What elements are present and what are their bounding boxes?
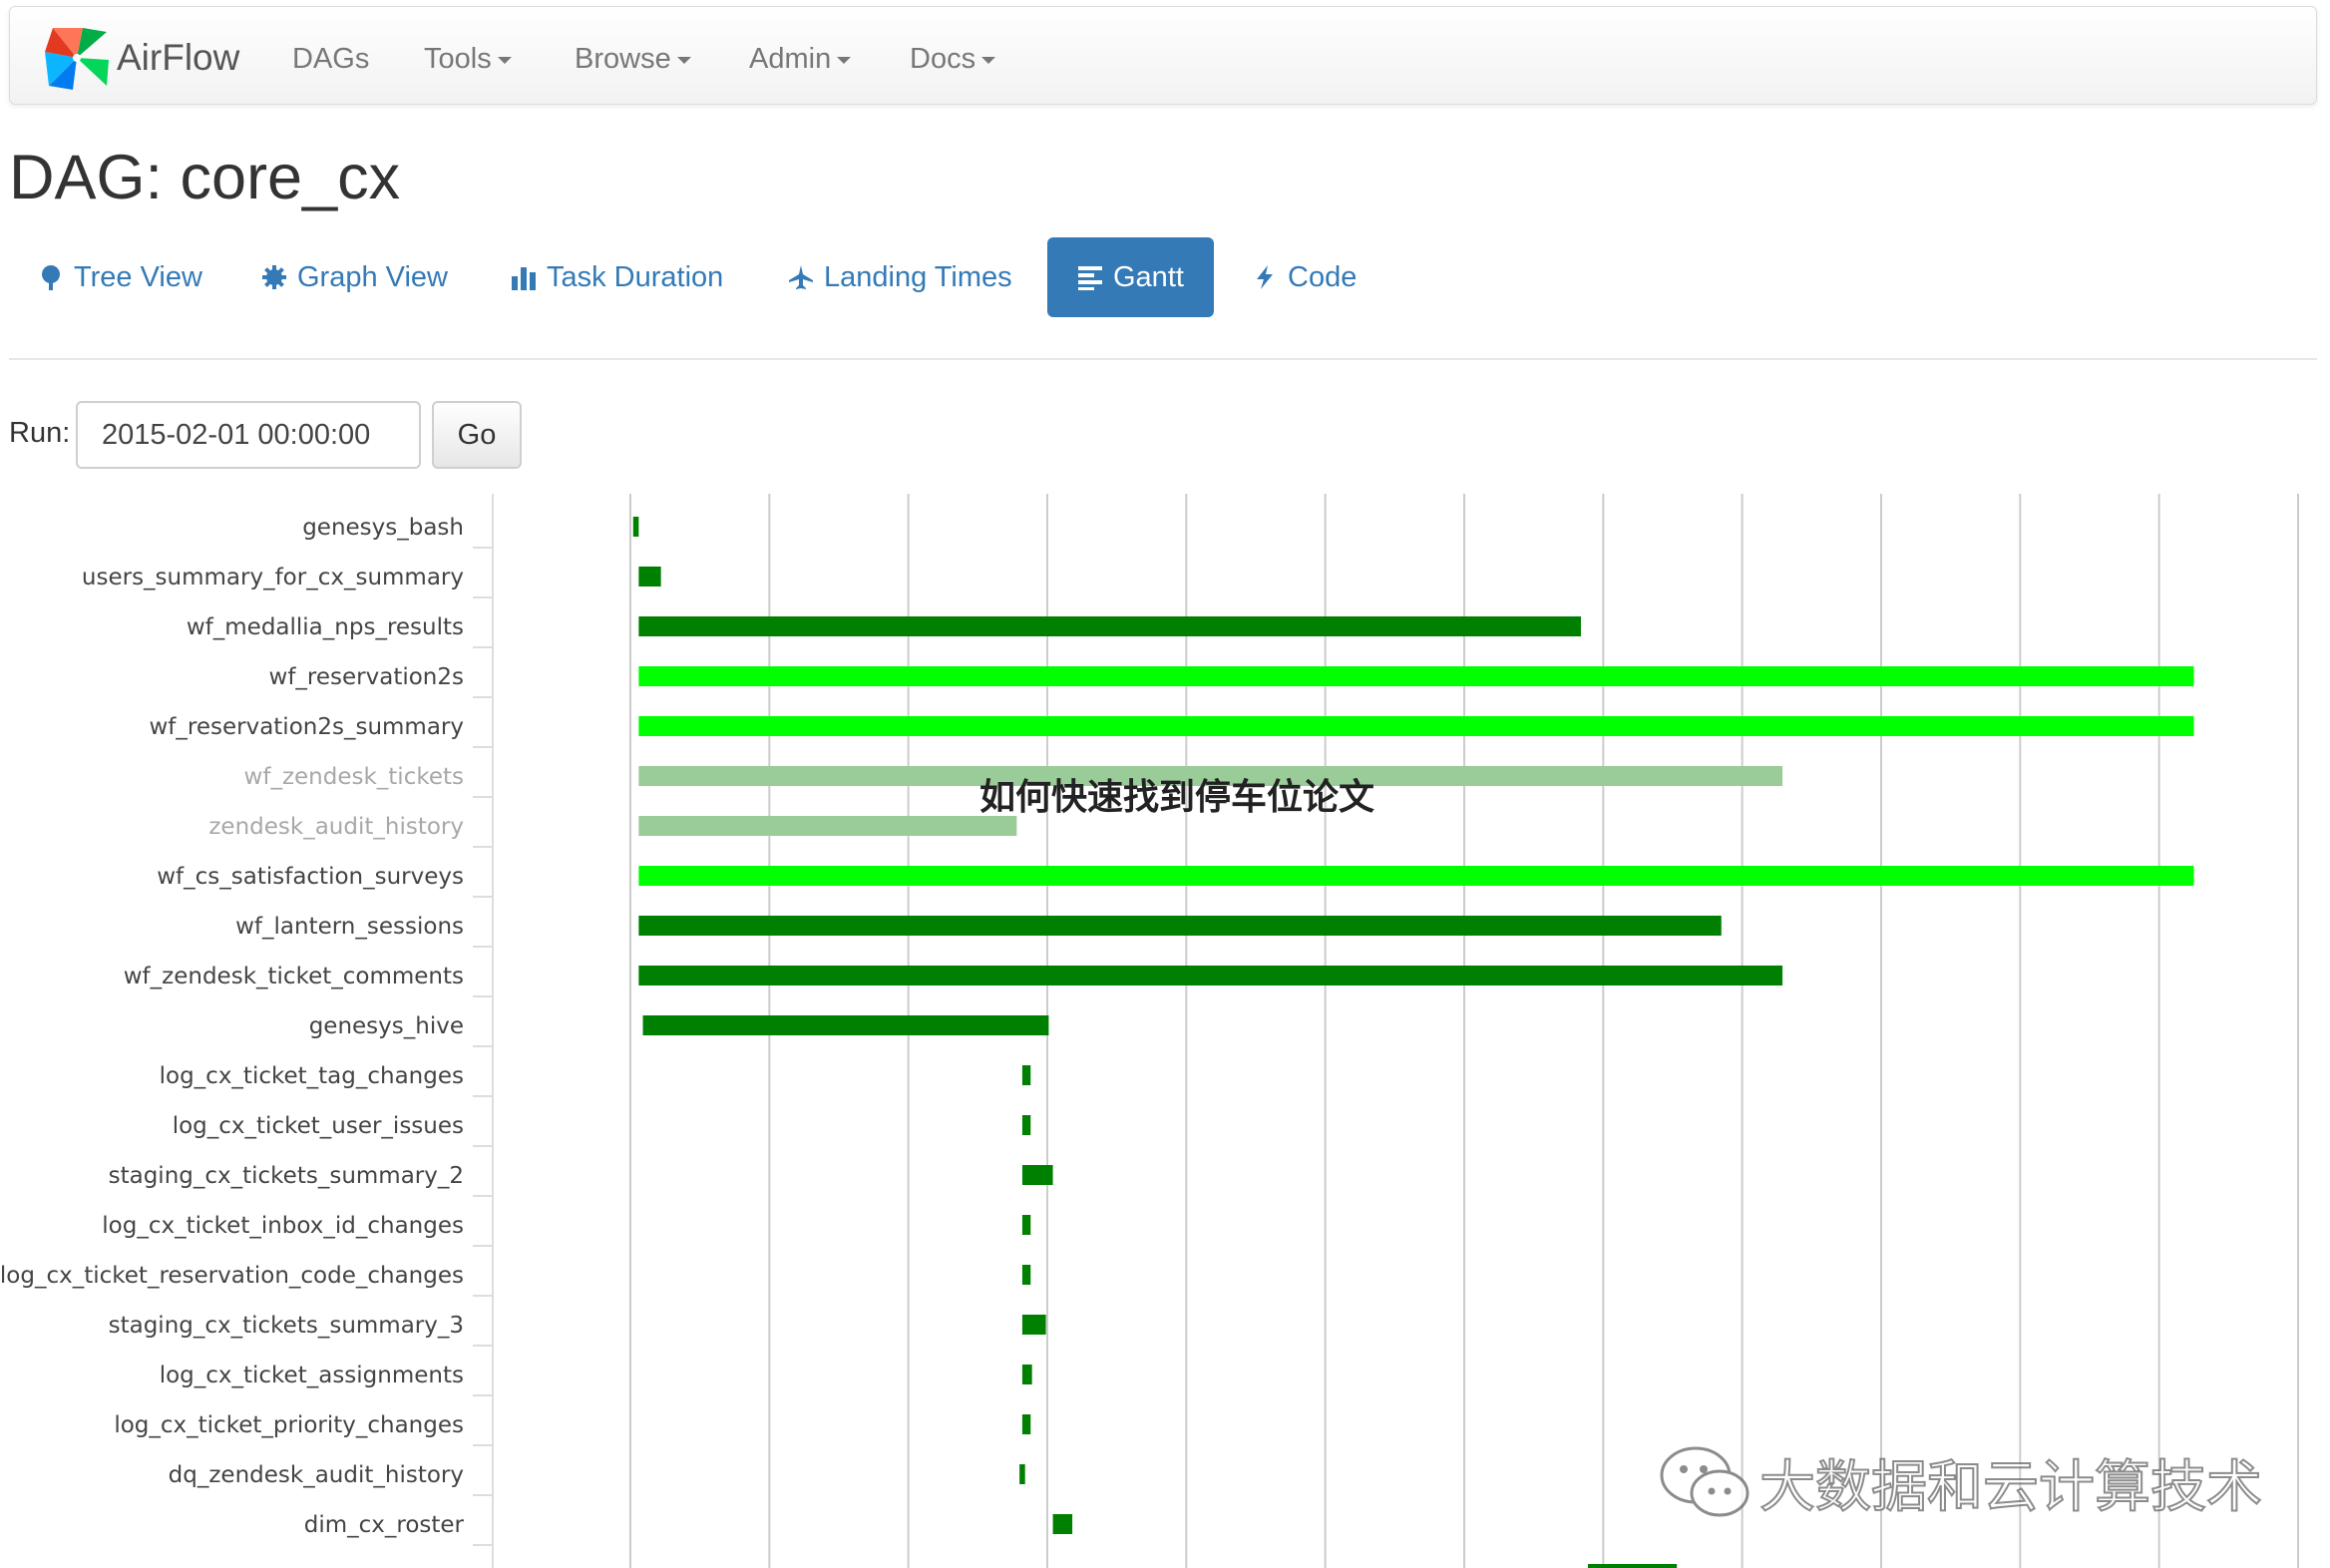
tab-gantt-label: Gantt bbox=[1113, 260, 1184, 293]
nav-tools-label: Tools bbox=[424, 43, 492, 75]
gear-icon bbox=[262, 265, 286, 289]
caret-down-icon bbox=[837, 56, 852, 64]
tab-code[interactable]: Code bbox=[1252, 237, 1357, 317]
task-label: dq_zendesk_audit_history bbox=[169, 1462, 464, 1488]
task-bar bbox=[1021, 1265, 1031, 1285]
nav-browse-label: Browse bbox=[575, 43, 671, 75]
task-bar bbox=[1021, 1065, 1031, 1085]
brand[interactable]: AirFlow bbox=[43, 24, 239, 92]
caret-down-icon bbox=[497, 56, 512, 64]
tab-tree-view-label: Tree View bbox=[74, 260, 202, 293]
flash-icon bbox=[1257, 265, 1273, 289]
navbar: AirFlow DAGs Tools Browse Admin Docs bbox=[9, 6, 2317, 105]
plane-icon bbox=[789, 265, 813, 289]
tab-landing-times[interactable]: Landing Times bbox=[788, 237, 1012, 317]
page-title: DAG: core_cx bbox=[9, 143, 401, 212]
tree-icon bbox=[42, 265, 60, 290]
task-bar bbox=[1052, 1514, 1073, 1534]
tab-task-duration-label: Task Duration bbox=[547, 260, 724, 293]
task-bar bbox=[1021, 1115, 1031, 1135]
wechat-icon bbox=[1660, 1446, 1749, 1516]
task-bar bbox=[638, 866, 2194, 886]
run-date-input[interactable] bbox=[76, 401, 421, 469]
task-label: wf_reservation2s bbox=[269, 664, 464, 690]
caret-down-icon bbox=[676, 56, 691, 64]
task-label: wf_reservation2s_summary bbox=[149, 714, 464, 740]
tab-tree-view[interactable]: Tree View bbox=[38, 237, 202, 317]
task-label: dim_cx_roster bbox=[304, 1512, 465, 1538]
task-bar bbox=[632, 517, 639, 537]
wechat-watermark: 大数据和云计算技术 bbox=[1658, 1442, 2263, 1523]
divider bbox=[9, 358, 2317, 360]
task-bar bbox=[638, 916, 1722, 936]
task-label: staging_cx_tickets_summary_2 bbox=[109, 1163, 464, 1189]
task-bar bbox=[1021, 1414, 1031, 1434]
task-label: staging_cx_tickets_summary_3 bbox=[109, 1313, 464, 1339]
tab-task-duration[interactable]: Task Duration bbox=[511, 237, 723, 317]
task-label: log_cx_ticket_priority_changes bbox=[114, 1412, 464, 1438]
tab-code-label: Code bbox=[1288, 260, 1358, 293]
task-bar bbox=[638, 616, 1582, 636]
task-bar bbox=[638, 816, 1017, 836]
nav-dags[interactable]: DAGs bbox=[292, 43, 369, 76]
caret-down-icon bbox=[981, 56, 996, 64]
tab-landing-times-label: Landing Times bbox=[824, 260, 1012, 293]
run-label: Run: bbox=[9, 417, 71, 449]
task-bar bbox=[1021, 1215, 1031, 1235]
nav-admin-label: Admin bbox=[749, 43, 832, 75]
task-label: users_summary_for_cx_summary bbox=[82, 565, 464, 590]
task-bar bbox=[638, 567, 661, 587]
task-label: log_cx_ticket_reservation_code_changes bbox=[0, 1263, 464, 1289]
nav-tools[interactable]: Tools bbox=[424, 43, 512, 76]
nav-browse[interactable]: Browse bbox=[575, 43, 691, 76]
overlay-title: 如何快速找到停车位论文 bbox=[979, 777, 1375, 818]
nav-docs[interactable]: Docs bbox=[910, 43, 996, 76]
airflow-logo-icon bbox=[45, 28, 109, 90]
task-label: zendesk_audit_history bbox=[208, 814, 464, 840]
task-label: wf_zendesk_tickets bbox=[244, 764, 464, 790]
go-button[interactable]: Go bbox=[432, 401, 522, 469]
tab-graph-view[interactable]: Graph View bbox=[261, 237, 448, 317]
task-bar bbox=[1021, 1365, 1032, 1384]
nav-docs-label: Docs bbox=[910, 43, 976, 75]
task-label: nps bbox=[423, 1562, 464, 1568]
task-label: log_cx_ticket_assignments bbox=[160, 1363, 464, 1388]
task-label: wf_lantern_sessions bbox=[235, 914, 464, 940]
task-label: wf_zendesk_ticket_comments bbox=[124, 964, 464, 989]
task-bar bbox=[642, 1015, 1049, 1035]
nav-dags-label: DAGs bbox=[292, 43, 370, 75]
task-label: log_cx_ticket_inbox_id_changes bbox=[102, 1213, 464, 1239]
task-label: log_cx_ticket_tag_changes bbox=[160, 1063, 464, 1089]
gantt-chart: genesys_bash users_summary_for_cx_summary… bbox=[0, 494, 2299, 1568]
task-bar bbox=[1588, 1564, 1678, 1568]
brand-name: AirFlow bbox=[117, 37, 240, 78]
tab-gantt[interactable]: Gantt bbox=[1047, 237, 1214, 317]
task-bar bbox=[1019, 1464, 1025, 1484]
task-bar bbox=[1021, 1165, 1053, 1185]
task-label: genesys_hive bbox=[309, 1013, 464, 1039]
task-bar bbox=[638, 966, 1783, 985]
task-label: log_cx_ticket_user_issues bbox=[173, 1113, 464, 1139]
task-bar bbox=[638, 666, 2194, 686]
task-bar bbox=[638, 716, 2194, 736]
tab-graph-view-label: Graph View bbox=[297, 260, 448, 293]
nav-admin[interactable]: Admin bbox=[749, 43, 852, 76]
task-bar bbox=[1021, 1315, 1046, 1335]
task-label: genesys_bash bbox=[302, 515, 464, 541]
task-label: wf_medallia_nps_results bbox=[187, 614, 464, 640]
bar-chart-icon bbox=[512, 267, 536, 290]
wechat-account-name: 大数据和云计算技术 bbox=[1758, 1454, 2263, 1521]
task-label: wf_cs_satisfaction_surveys bbox=[157, 864, 464, 890]
align-left-icon bbox=[1078, 266, 1102, 290]
